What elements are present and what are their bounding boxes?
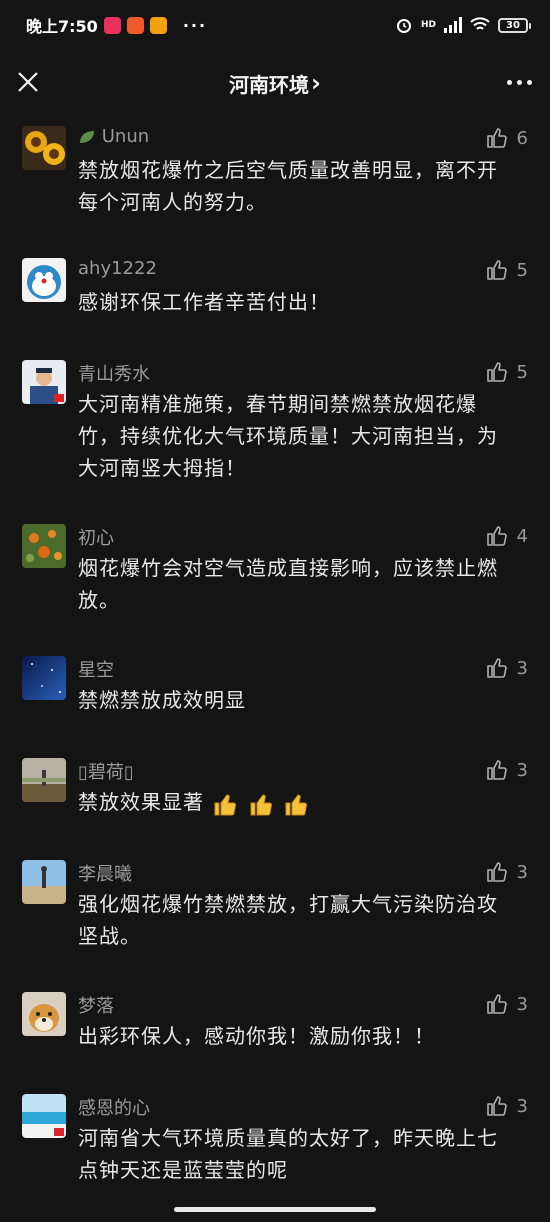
like-count: 5 bbox=[516, 361, 528, 383]
like-button[interactable]: 3 bbox=[485, 656, 528, 680]
avatar[interactable] bbox=[22, 360, 66, 404]
signal-icon bbox=[444, 17, 462, 33]
close-icon[interactable] bbox=[16, 70, 40, 94]
comment-author[interactable]: 感恩的心 bbox=[78, 1094, 150, 1120]
network-type: HD bbox=[420, 20, 436, 30]
avatar[interactable] bbox=[22, 258, 66, 302]
thumbs-up-icon bbox=[486, 862, 507, 882]
like-count: 5 bbox=[516, 259, 528, 281]
like-count: 4 bbox=[516, 525, 528, 547]
avatar[interactable] bbox=[22, 126, 66, 170]
thumbs-up-emoji bbox=[214, 794, 237, 815]
comment-author[interactable]: 梦落 bbox=[78, 992, 114, 1018]
page-title: 河南环境 bbox=[229, 72, 310, 97]
home-indicator[interactable] bbox=[174, 1207, 376, 1212]
more-options-icon[interactable] bbox=[507, 80, 532, 85]
leaf-icon bbox=[80, 131, 94, 143]
like-count: 3 bbox=[516, 993, 528, 1015]
comment-author[interactable]: 星空 bbox=[78, 656, 114, 682]
comment-text: 禁放效果显著 bbox=[78, 786, 518, 818]
battery-icon: 30 bbox=[498, 17, 531, 33]
thumbs-up-icon bbox=[486, 994, 507, 1014]
thumbs-up-icon bbox=[486, 526, 507, 546]
thumbs-up-icon bbox=[486, 1096, 507, 1116]
comment-author[interactable]: ahy1222 bbox=[78, 258, 157, 279]
wifi-icon bbox=[470, 17, 490, 30]
like-button[interactable]: 3 bbox=[485, 1094, 528, 1118]
nav-bar: 河南环境 › bbox=[0, 50, 550, 116]
comment-author[interactable]: 青山秀水 bbox=[78, 360, 150, 386]
like-button[interactable]: 3 bbox=[485, 992, 528, 1016]
chevron-right-icon: › bbox=[311, 69, 321, 97]
app-notification-icon bbox=[126, 16, 144, 34]
thumbs-up-icon bbox=[486, 128, 507, 148]
comment-text: 河南省大气环境质量真的太好了，昨天晚上七点钟天还是蓝莹莹的呢 bbox=[78, 1126, 498, 1182]
thumbs-up-icon bbox=[486, 260, 507, 280]
comment-author[interactable]: Unun bbox=[78, 126, 149, 147]
like-button[interactable]: 3 bbox=[485, 758, 528, 782]
comment-text: 禁燃禁放成效明显 bbox=[78, 688, 246, 712]
status-bar: 晚上7:50 ··· HD 30 bbox=[0, 0, 550, 50]
thumbs-up-emoji bbox=[250, 794, 272, 815]
comment-text: 禁放烟花爆竹之后空气质量改善明显，离不开每个河南人的努力。 bbox=[78, 158, 498, 214]
thumbs-up-emoji bbox=[285, 794, 308, 815]
like-count: 3 bbox=[516, 1095, 528, 1117]
like-count: 3 bbox=[516, 861, 528, 883]
comment-text: 烟花爆竹会对空气造成直接影响，应该禁止燃放。 bbox=[78, 556, 498, 612]
comment-author[interactable]: 初心 bbox=[78, 524, 114, 550]
avatar[interactable] bbox=[22, 524, 66, 568]
comment-text: 强化烟花爆竹禁燃禁放，打赢大气污染防治攻坚战。 bbox=[78, 892, 498, 948]
like-button[interactable]: 5 bbox=[485, 258, 528, 282]
avatar[interactable] bbox=[22, 860, 66, 904]
thumbs-up-icon bbox=[486, 362, 507, 382]
comment-author[interactable]: 李晨曦 bbox=[78, 860, 132, 886]
comment-text: 大河南精准施策，春节期间禁燃禁放烟花爆竹，持续优化大气环境质量！大河南担当，为大… bbox=[78, 392, 498, 480]
like-count: 3 bbox=[516, 759, 528, 781]
comment-text: 感谢环保工作者辛苦付出！ bbox=[78, 290, 330, 314]
avatar[interactable] bbox=[22, 992, 66, 1036]
account-title-link[interactable]: 河南环境 › bbox=[229, 69, 321, 98]
like-button[interactable]: 4 bbox=[485, 524, 528, 548]
app-notification-icon bbox=[103, 16, 121, 34]
like-button[interactable]: 3 bbox=[485, 860, 528, 884]
avatar[interactable] bbox=[22, 758, 66, 802]
like-count: 3 bbox=[516, 657, 528, 679]
avatar[interactable] bbox=[22, 1094, 66, 1138]
avatar[interactable] bbox=[22, 656, 66, 700]
status-time: 晚上7:50 bbox=[26, 17, 98, 36]
like-button[interactable]: 6 bbox=[485, 126, 528, 150]
like-count: 6 bbox=[516, 127, 528, 149]
comment-author[interactable]: ▯碧荷▯ bbox=[78, 758, 134, 784]
comment-text: 出彩环保人，感动你我！激励你我！！ bbox=[78, 1024, 435, 1048]
thumbs-up-icon bbox=[486, 760, 507, 780]
thumbs-up-icon bbox=[486, 658, 507, 678]
more-notifications-icon: ··· bbox=[182, 15, 208, 35]
alarm-icon bbox=[396, 19, 411, 33]
like-button[interactable]: 5 bbox=[485, 360, 528, 384]
mail-icon bbox=[149, 16, 167, 34]
